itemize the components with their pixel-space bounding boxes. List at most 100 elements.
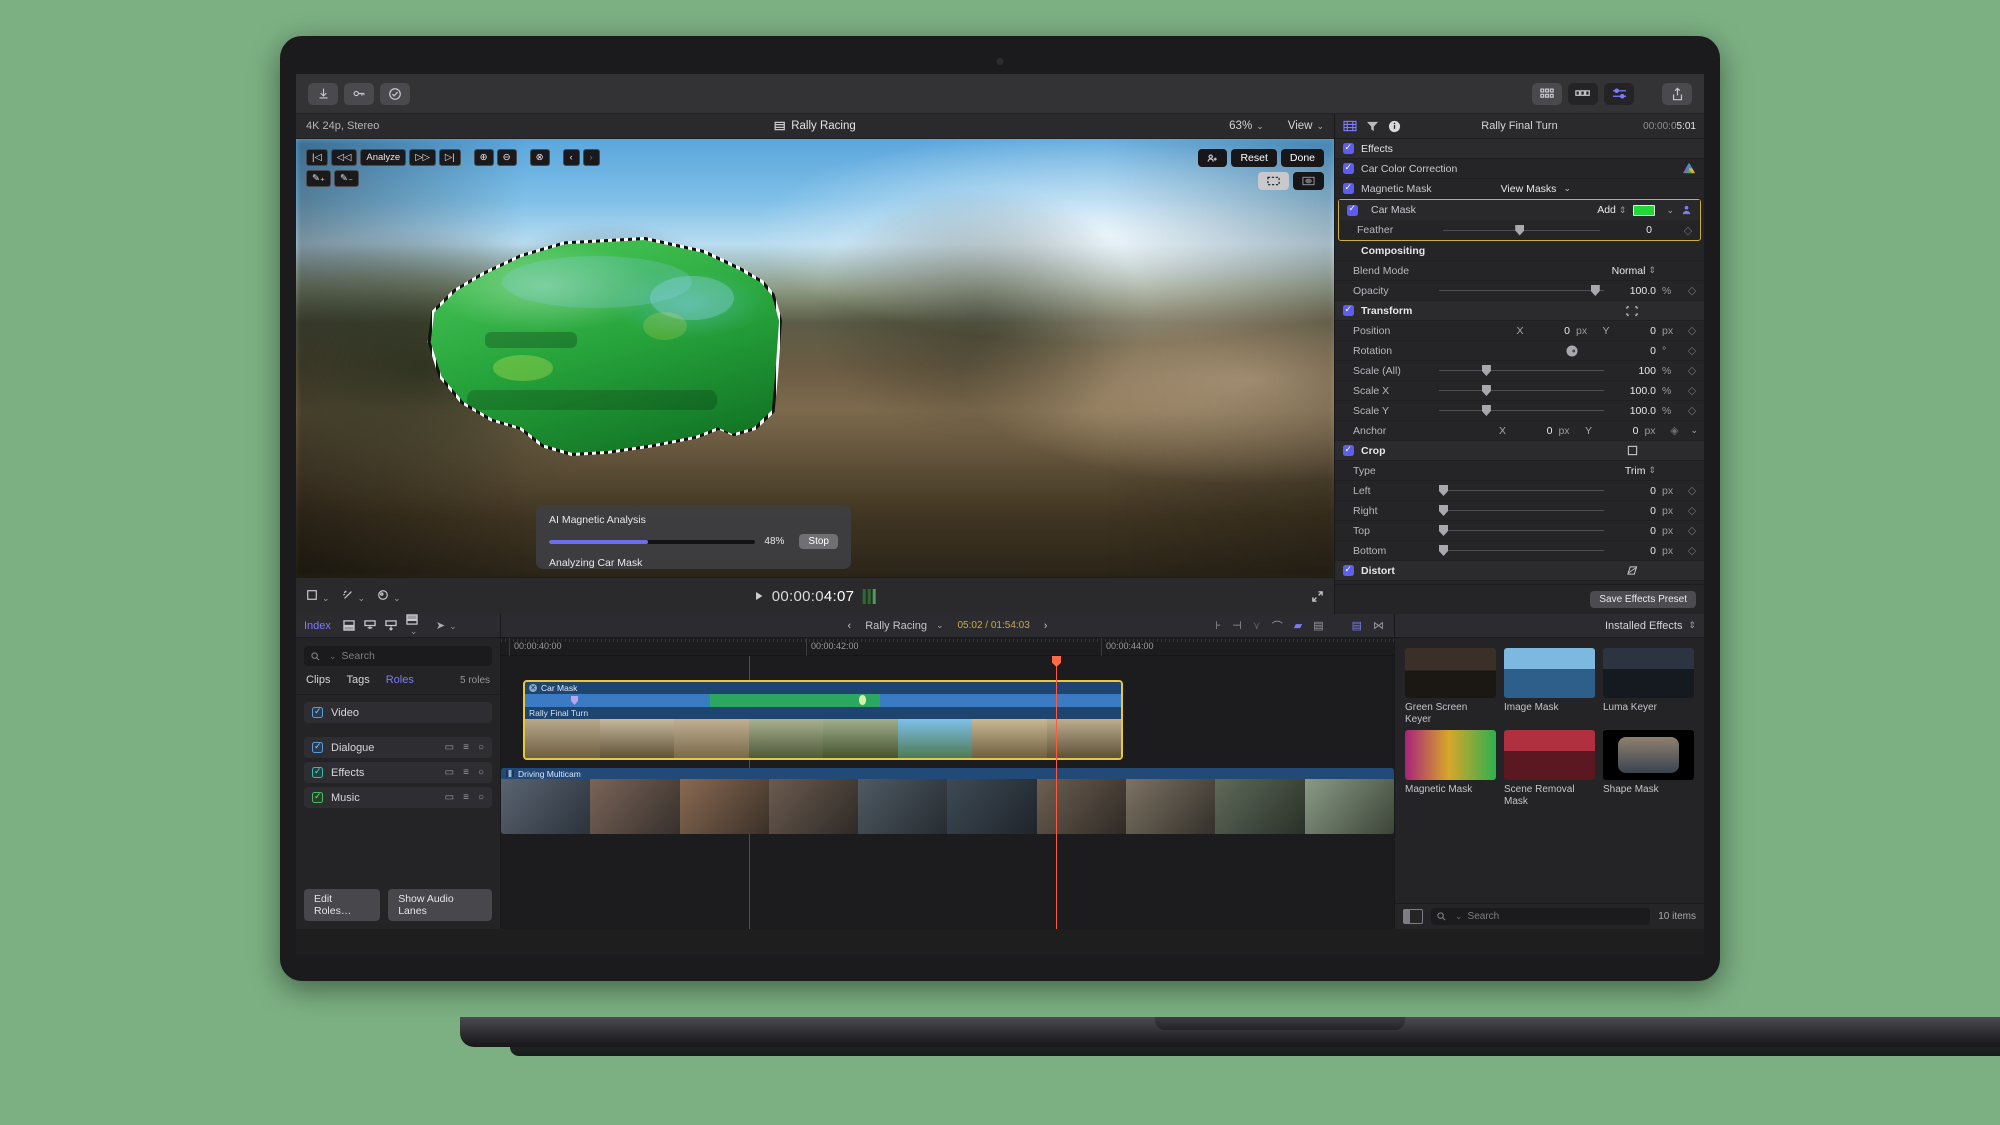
crop-header[interactable]: Crop [1335,441,1704,461]
scale-x-slider[interactable] [1439,384,1604,398]
keyframe-icon[interactable]: ◇ [1686,544,1698,557]
crop-overlay-icon[interactable] [1258,172,1289,190]
stop-analysis-button[interactable]: Stop [799,534,838,549]
effect-car-color-correction[interactable]: Car Color Correction [1335,159,1704,179]
crop-bottom-slider[interactable] [1439,544,1604,558]
focus-role-icon[interactable]: ≡ [463,767,469,778]
effects-filter-icon[interactable] [1366,120,1379,132]
connect-icon[interactable] [385,620,397,631]
feather-slider[interactable] [1443,223,1600,237]
mask-keyframe-marker[interactable] [571,696,578,705]
tab-clips[interactable]: Clips [306,674,330,686]
distort-checkbox[interactable] [1343,565,1354,576]
append-icon[interactable] [343,620,355,631]
inspector-sliders-icon[interactable] [1604,83,1634,105]
scale-all-slider[interactable] [1439,364,1604,378]
role-checkbox[interactable] [312,742,323,753]
keyframe-icon[interactable]: ◇ [1686,384,1698,397]
tab-roles[interactable]: Roles [386,674,414,686]
effects-search-box[interactable]: ⌄ Search [1431,908,1650,925]
browser-grid-icon[interactable] [1532,83,1562,105]
viewer-timecode[interactable]: 00:00:04:07 [772,588,855,605]
role-item-music[interactable]: Music ▭ ≡ ○ [304,787,492,808]
audio-waveform-icon[interactable]: ⋎ [1253,619,1261,632]
keyframe-icon[interactable]: ◇ [1686,364,1698,377]
share-icon[interactable] [1662,83,1692,105]
scale-all-param[interactable]: Scale (All) 100 % ◇ [1335,361,1704,381]
timeline-ruler[interactable]: 00:00:40:00 00:00:42:00 00:00:44:00 [501,638,1394,656]
anchor-param[interactable]: Anchor X0px Y0px ◈ ⌄ [1335,421,1704,441]
timeline-playhead[interactable] [1056,656,1057,929]
timeline-panel[interactable]: ‹ Rally Racing ⌄ 05:02 / 01:54:03 › ⊦ ⊣ … [501,614,1394,929]
fullscreen-icon[interactable] [1311,590,1324,603]
overwrite-icon[interactable]: ⌄ [406,614,418,637]
distort-header[interactable]: Distort [1335,561,1704,581]
crop-left-slider[interactable] [1439,484,1604,498]
viewer-stage[interactable]: |◁ ◁◁ Analyze ▷▷ ▷| ⊕ ⊖ ⊗ [296,139,1334,577]
add-subject-button[interactable] [1198,149,1227,167]
next-keyframe-icon[interactable]: › [583,149,600,166]
mask-color-swatch[interactable] [1633,205,1655,216]
audio-lanes-icon[interactable]: ▰ [1294,619,1302,632]
chevron-down-icon[interactable]: ⌄ [1690,425,1698,436]
rotation-param[interactable]: Rotation 0 ° ◇ [1335,341,1704,361]
crop-right-param[interactable]: Right 0 px ◇ [1335,501,1704,521]
keyframe-icon[interactable]: ◇ [1686,484,1698,497]
index-tab-label[interactable]: Index [304,620,331,632]
focus-role-icon[interactable]: ≡ [463,742,469,753]
timeline-history-back-icon[interactable]: ‹ [848,620,852,632]
crop-reset-icon[interactable] [1627,445,1638,456]
crop-top-param[interactable]: Top 0 px ◇ [1335,521,1704,541]
stepper-icon[interactable]: ⇕ [1688,620,1696,631]
minimize-role-icon[interactable]: ▭ [445,767,454,778]
crop-right-slider[interactable] [1439,504,1604,518]
trim-start-icon[interactable]: ⊦ [1215,619,1221,632]
effect-tile-scene-removal-mask[interactable]: Scene Removal Mask [1504,730,1595,808]
go-to-start-icon[interactable]: |◁ [306,149,328,166]
prev-keyframe-icon[interactable]: ‹ [563,149,580,166]
step-back-icon[interactable]: ◁◁ [331,149,358,166]
crop-checkbox[interactable] [1343,445,1354,456]
car-color-correction-checkbox[interactable] [1343,163,1354,174]
anchor-keyframe-icon[interactable]: ◈ [1668,424,1680,437]
keyframe-icon[interactable]: ◇ [1686,524,1698,537]
timeline-project-menu[interactable]: Rally Racing ⌄ [865,620,943,632]
crop-type-menu[interactable]: Trim ⇕ [1625,465,1656,477]
mask-mode-menu[interactable]: Add ⇕ [1597,204,1626,216]
distort-reset-icon[interactable] [1626,565,1638,576]
role-item-dialogue[interactable]: Dialogue ▭ ≡ ○ [304,737,492,758]
effects-wand-icon[interactable]: ⌄ [342,589,366,604]
focus-role-icon[interactable]: ≡ [463,792,469,803]
effect-tile-image-mask[interactable]: Image Mask [1504,648,1595,726]
effects-checkbox[interactable] [1343,143,1354,154]
effect-tile-shape-mask[interactable]: Shape Mask [1603,730,1694,808]
scale-y-slider[interactable] [1439,404,1604,418]
transform-header[interactable]: Transform [1335,301,1704,321]
crop-top-slider[interactable] [1439,524,1604,538]
enhancement-icon[interactable] [380,83,410,105]
mask-keyframe-marker[interactable] [859,695,866,705]
zoom-level-menu[interactable]: 63%⌄ [1229,120,1264,132]
crop-left-param[interactable]: Left 0 px ◇ [1335,481,1704,501]
insert-icon[interactable] [364,620,376,631]
car-mask-row[interactable]: Car Mask Add ⇕ ⌄ [1339,200,1700,220]
remove-keyframe-icon[interactable]: ⊖ [497,149,517,166]
car-mask-checkbox[interactable] [1347,205,1358,216]
role-item-effects[interactable]: Effects ▭ ≡ ○ [304,762,492,783]
role-checkbox[interactable] [312,792,323,803]
blend-mode-menu[interactable]: Normal ⇕ [1612,265,1656,277]
position-param[interactable]: Position X0px Y0px ◇ [1335,321,1704,341]
timeline-history-forward-icon[interactable]: › [1044,620,1048,632]
import-media-icon[interactable] [308,83,338,105]
save-effects-preset-button[interactable]: Save Effects Preset [1590,591,1696,608]
headphone-icon[interactable]: ⌒ [1272,618,1283,634]
timeline-icon[interactable] [1568,83,1598,105]
scale-y-param[interactable]: Scale Y 100.0 % ◇ [1335,401,1704,421]
info-icon[interactable] [1388,120,1401,133]
feather-param[interactable]: Feather 0 ◇ [1339,220,1700,240]
transform-tools-icon[interactable]: ⌄ [306,589,330,604]
index-toggle-icon[interactable]: ▤ [1352,619,1362,632]
clip-mask-badge[interactable]: ✕ Car Mask [525,682,1121,694]
keyframe-icon[interactable]: ◇ [1686,344,1698,357]
effect-tile-green-screen-keyer[interactable]: Green Screen Keyer [1405,648,1496,726]
